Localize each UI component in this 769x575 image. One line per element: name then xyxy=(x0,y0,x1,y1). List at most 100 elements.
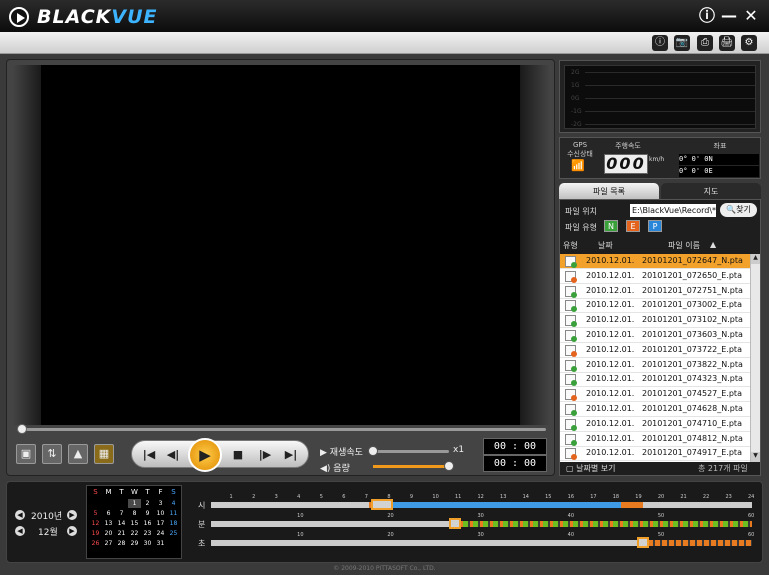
file-row[interactable]: 2010.12.01. 20101201_074917_E.pta xyxy=(560,446,750,462)
calendar-day[interactable]: 20 xyxy=(102,529,115,538)
year-next-button[interactable]: ▶ xyxy=(67,510,77,520)
calendar-day[interactable]: 24 xyxy=(154,529,167,538)
calendar-day[interactable]: 5 xyxy=(89,509,102,518)
file-row[interactable]: 2010.12.01. 20101201_073002_E.pta xyxy=(560,298,750,314)
tab-map[interactable]: 지도 xyxy=(661,183,761,200)
file-row[interactable]: 2010.12.01. 20101201_074323_N.pta xyxy=(560,372,750,388)
image-capture-icon[interactable]: ▲ xyxy=(68,444,88,464)
calendar-day[interactable]: 17 xyxy=(154,519,167,528)
file-list[interactable]: 2010.12.01. 20101201_072647_N.pta 2010.12.… xyxy=(560,254,750,462)
flip-icon[interactable]: ⇅ xyxy=(42,444,62,464)
fullscreen-icon[interactable]: ▣ xyxy=(16,444,36,464)
speed-slider-knob[interactable] xyxy=(368,446,378,456)
file-row[interactable]: 2010.12.01. 20101201_073722_E.pta xyxy=(560,343,750,358)
export-icon[interactable]: ⎙ xyxy=(697,35,713,51)
second-segments[interactable] xyxy=(641,540,752,546)
calendar-day[interactable]: 13 xyxy=(102,519,115,528)
scroll-down-icon[interactable]: ▼ xyxy=(751,452,760,462)
calendar-day[interactable]: 27 xyxy=(102,539,115,548)
minute-cursor[interactable] xyxy=(449,518,461,529)
calendar-day[interactable] xyxy=(115,499,128,508)
find-button[interactable]: 🔍찾기 xyxy=(720,203,757,217)
calendar-day[interactable] xyxy=(167,539,180,548)
calendar-day[interactable]: 31 xyxy=(154,539,167,548)
hour-segment-event[interactable] xyxy=(621,502,643,508)
calendar[interactable]: S M T W T F S 1 2 3 4 5 6 7 8 9 10 11 12 13 14 15 16 17 18 19 20 21… xyxy=(86,485,182,559)
file-row[interactable]: 2010.12.01. 20101201_072751_N.pta xyxy=(560,284,750,299)
seek-knob[interactable] xyxy=(17,424,27,434)
filter-normal-button[interactable]: N xyxy=(604,220,618,232)
calendar-day[interactable]: 25 xyxy=(167,529,180,538)
calendar-day[interactable]: 9 xyxy=(141,509,154,518)
calendar-day[interactable]: 18 xyxy=(167,519,180,528)
tab-file-list[interactable]: 파일 목록 xyxy=(559,183,659,200)
prev-frame-button[interactable]: ◀| xyxy=(165,447,181,463)
calendar-day[interactable]: 22 xyxy=(128,529,141,538)
first-frame-button[interactable]: |◀ xyxy=(141,447,157,463)
calendar-day[interactable]: 23 xyxy=(141,529,154,538)
video-screen[interactable] xyxy=(41,65,520,425)
hour-timeline[interactable] xyxy=(211,499,752,510)
file-row[interactable]: 2010.12.01. 20101201_072650_E.pta xyxy=(560,269,750,284)
speed-slider[interactable] xyxy=(368,446,449,456)
calendar-day[interactable]: 3 xyxy=(154,499,167,508)
calendar-day[interactable]: 16 xyxy=(141,519,154,528)
month-prev-button[interactable]: ◀ xyxy=(15,526,25,536)
calendar-day[interactable]: 29 xyxy=(128,539,141,548)
next-frame-button[interactable]: |▶ xyxy=(257,447,273,463)
calendar-day[interactable] xyxy=(102,499,115,508)
calendar-icon[interactable]: ▦ xyxy=(94,444,114,464)
col-date[interactable]: 날짜 xyxy=(598,240,613,251)
seek-bar[interactable] xyxy=(17,424,546,434)
volume-slider[interactable] xyxy=(373,461,454,471)
calendar-day[interactable]: 8 xyxy=(128,509,141,518)
minimize-button[interactable]: — xyxy=(720,7,738,25)
file-row[interactable]: 2010.12.01. 20101201_074628_N.pta xyxy=(560,402,750,417)
file-row[interactable]: 2010.12.01. 20101201_073102_N.pta xyxy=(560,313,750,329)
file-location-input[interactable]: E:\BlackVue\Record\*.* xyxy=(630,204,716,217)
minute-segments[interactable] xyxy=(453,521,752,527)
calendar-day[interactable]: 15 xyxy=(128,519,141,528)
calendar-day[interactable]: 1 xyxy=(128,499,141,508)
file-list-scrollbar[interactable]: ▲ ▼ xyxy=(750,254,760,462)
filter-parking-button[interactable]: P xyxy=(648,220,662,232)
volume-slider-knob[interactable] xyxy=(444,461,454,471)
month-next-button[interactable]: ▶ xyxy=(67,526,77,536)
col-name[interactable]: 파일 이름 xyxy=(668,240,700,251)
calendar-day[interactable]: 10 xyxy=(154,509,167,518)
calendar-day[interactable]: 30 xyxy=(141,539,154,548)
calendar-day[interactable]: 4 xyxy=(167,499,180,508)
info-icon[interactable]: ⓘ xyxy=(698,7,716,25)
calendar-day[interactable]: 14 xyxy=(115,519,128,528)
last-frame-button[interactable]: ▶| xyxy=(283,447,299,463)
col-type[interactable]: 유형 xyxy=(563,240,578,251)
close-button[interactable]: ✕ xyxy=(742,7,760,25)
calendar-day[interactable]: 19 xyxy=(89,529,102,538)
stop-button[interactable]: ■ xyxy=(230,447,246,463)
camera-snapshot-icon[interactable]: 📷 xyxy=(674,35,690,51)
file-row[interactable]: 2010.12.01. 20101201_074527_E.pta xyxy=(560,387,750,403)
calendar-day[interactable]: 12 xyxy=(89,519,102,528)
settings-gear-icon[interactable]: ⚙ xyxy=(741,35,757,51)
calendar-day[interactable]: 26 xyxy=(89,539,102,548)
title-bar[interactable]: BLACKVUE ⓘ — ✕ xyxy=(0,0,769,32)
print-icon[interactable]: 🖨 xyxy=(719,35,735,51)
calendar-day[interactable]: 7 xyxy=(115,509,128,518)
filter-event-button[interactable]: E xyxy=(626,220,640,232)
calendar-day[interactable]: 28 xyxy=(115,539,128,548)
calendar-day[interactable]: 11 xyxy=(167,509,180,518)
file-row[interactable]: 2010.12.01. 20101201_073822_N.pta xyxy=(560,358,750,373)
scroll-up-icon[interactable]: ▲ xyxy=(751,254,760,264)
file-row[interactable]: 2010.12.01. 20101201_072647_N.pta xyxy=(560,254,750,269)
year-prev-button[interactable]: ◀ xyxy=(15,510,25,520)
second-timeline[interactable] xyxy=(211,537,752,548)
hour-cursor[interactable] xyxy=(371,499,393,510)
calendar-day[interactable]: 21 xyxy=(115,529,128,538)
file-row[interactable]: 2010.12.01. 20101201_074812_N.pta xyxy=(560,432,750,447)
gps-info-icon[interactable]: ⓘ xyxy=(652,35,668,51)
second-cursor[interactable] xyxy=(637,537,649,548)
play-button[interactable]: ▶ xyxy=(188,438,222,472)
calendar-day[interactable]: 2 xyxy=(141,499,154,508)
file-row[interactable]: 2010.12.01. 20101201_074710_E.pta xyxy=(560,417,750,432)
hour-segment-normal[interactable] xyxy=(393,502,621,508)
